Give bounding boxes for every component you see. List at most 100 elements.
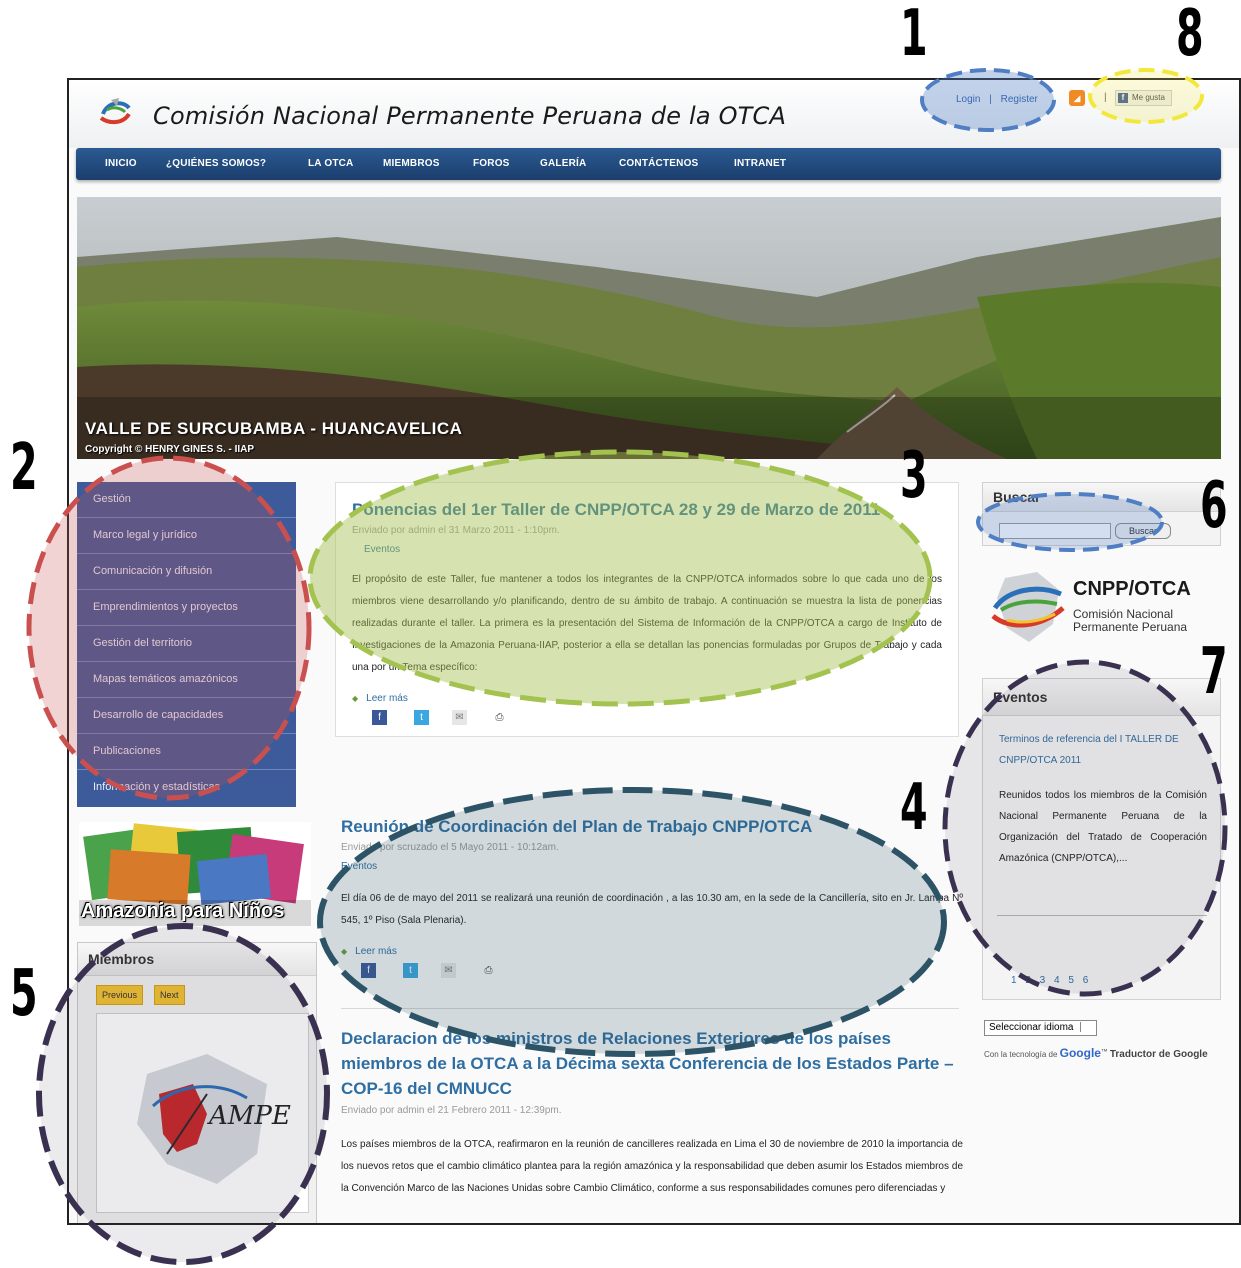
nav-item-foros[interactable]: FOROS bbox=[473, 158, 510, 169]
link-separator-2: | bbox=[1104, 92, 1107, 103]
ampe-logo-icon: AMPE bbox=[137, 1054, 291, 1184]
hero-banner: VALLE DE SURCUBAMBA - HUANCAVELICA Copyr… bbox=[77, 197, 1221, 459]
callout-number-8: 8 bbox=[1176, 0, 1204, 71]
facebook-share-icon[interactable]: f bbox=[361, 963, 376, 978]
search-title: Buscar bbox=[983, 483, 1220, 512]
search-button[interactable]: Buscar bbox=[1115, 523, 1171, 539]
callout-number-1: 1 bbox=[900, 0, 928, 71]
miembros-widget: Miembros Previous Next AMPE bbox=[77, 942, 317, 1223]
article-1-share: f t ✉ ⎙ bbox=[352, 710, 942, 726]
fb-like-label: Me gusta bbox=[1132, 93, 1165, 102]
sidebar-item-publicaciones[interactable]: Publicaciones bbox=[77, 734, 296, 770]
cnpp-logo-name: CNPP/OTCA bbox=[1073, 578, 1191, 600]
sidebar-item-marco-legal[interactable]: Marco legal y jurídico bbox=[77, 518, 296, 554]
website-screenshot: Comisión Nacional Permanente Peruana de … bbox=[67, 78, 1241, 1225]
eventos-pagination[interactable]: 1 2 3 4 5 6 bbox=[1011, 975, 1088, 986]
nav-item-inicio[interactable]: INICIO bbox=[105, 158, 137, 169]
article-1-tag[interactable]: Eventos bbox=[352, 544, 942, 555]
ampe-logo-text: AMPE bbox=[207, 1101, 291, 1131]
sidebar-menu: Gestión Marco legal y jurídico Comunicac… bbox=[77, 482, 296, 807]
trademark: ™ bbox=[1100, 1048, 1108, 1056]
article-2-body: El día 06 de de mayo del 2011 se realiza… bbox=[341, 893, 963, 926]
facebook-like-button[interactable]: f Me gusta bbox=[1115, 90, 1172, 106]
nav-item-contactenos[interactable]: CONTÁCTENOS bbox=[619, 158, 698, 169]
next-button[interactable]: Next bbox=[154, 985, 185, 1005]
article-2-share: f t ✉ ⎙ bbox=[341, 963, 963, 979]
nav-item-quienes-somos[interactable]: ¿QUIÉNES SOMOS? bbox=[166, 158, 266, 169]
article-1-meta: Enviado por admin el 31 Marzo 2011 - 1:1… bbox=[352, 525, 560, 536]
register-link[interactable]: Register bbox=[1001, 94, 1038, 105]
sidebar-item-comunicacion[interactable]: Comunicación y difusión bbox=[77, 554, 296, 590]
user-links: Login | Register bbox=[953, 94, 1041, 105]
powered-prefix: Con la tecnología de bbox=[984, 1050, 1058, 1059]
facebook-share-icon[interactable]: f bbox=[372, 710, 387, 725]
dropdown-arrow-icon bbox=[1079, 1022, 1092, 1033]
nav-item-galeria[interactable]: GALERÍA bbox=[540, 158, 586, 169]
search-widget: Buscar Buscar bbox=[982, 482, 1221, 546]
translate-product: Traductor de Google bbox=[1109, 1049, 1208, 1060]
article-1-body: El propósito de este Taller, fue mantene… bbox=[352, 574, 942, 673]
search-input[interactable] bbox=[999, 523, 1111, 539]
article-3-meta: Enviado por admin el 21 Febrero 2011 - 1… bbox=[341, 1105, 562, 1116]
eventos-divider bbox=[997, 915, 1207, 916]
article-2: Reunión de Coordinación del Plan de Trab… bbox=[341, 816, 963, 979]
sidebar-item-gestion-territorio[interactable]: Gestión del territorio bbox=[77, 626, 296, 662]
link-separator: | bbox=[989, 94, 992, 105]
site-logo-icon[interactable] bbox=[97, 94, 133, 130]
member-logo-slide[interactable]: AMPE bbox=[96, 1013, 309, 1213]
sidebar-item-emprendimientos[interactable]: Emprendimientos y proyectos bbox=[77, 590, 296, 626]
rss-icon[interactable]: ◢ bbox=[1069, 90, 1085, 106]
article-2-title[interactable]: Reunión de Coordinación del Plan de Trab… bbox=[341, 816, 963, 838]
callout-number-3: 3 bbox=[900, 439, 928, 513]
site-header: Comisión Nacional Permanente Peruana de … bbox=[69, 80, 1239, 148]
nav-item-miembros[interactable]: MIEMBROS bbox=[383, 158, 440, 169]
print-icon[interactable]: ⎙ bbox=[481, 963, 496, 978]
site-title: Comisión Nacional Permanente Peruana de … bbox=[153, 102, 787, 130]
sidebar-item-mapas[interactable]: Mapas temáticos amazónicos bbox=[77, 662, 296, 698]
twitter-share-icon[interactable]: t bbox=[403, 963, 418, 978]
twitter-share-icon[interactable]: t bbox=[414, 710, 429, 725]
article-divider bbox=[341, 1008, 959, 1009]
previous-button[interactable]: Previous bbox=[96, 985, 144, 1005]
eventos-link[interactable]: Terminos de referencia del I TALLER DE C… bbox=[999, 729, 1209, 771]
article-1: Ponencias del 1er Taller de CNPP/OTCA 28… bbox=[335, 482, 959, 737]
article-3: Declaracion de los ministros de Relacion… bbox=[341, 1026, 963, 1200]
miembros-title: Miembros bbox=[78, 943, 316, 976]
sidebar-item-informacion[interactable]: Información y estadísticas bbox=[77, 770, 296, 806]
callout-number-2: 2 bbox=[10, 431, 38, 505]
article-3-title[interactable]: Declaracion de los ministros de Relacion… bbox=[341, 1026, 963, 1101]
nav-item-intranet[interactable]: INTRANET bbox=[734, 158, 786, 169]
print-icon[interactable]: ⎙ bbox=[492, 710, 507, 725]
google-translate-credit: Con la tecnología de Google™ Traductor d… bbox=[984, 1046, 1208, 1060]
cnpp-logo[interactable]: CNPP/OTCA Comisión Nacional Permanente P… bbox=[987, 564, 1217, 648]
callout-number-4: 4 bbox=[900, 771, 928, 845]
amazonia-kids-banner[interactable]: Amazonia para Niños bbox=[79, 822, 311, 926]
article-3-body: Los países miembros de la OTCA, reafirma… bbox=[341, 1139, 963, 1194]
sidebar-item-gestion[interactable]: Gestión bbox=[77, 482, 296, 518]
kids-banner-text: Amazonia para Niños bbox=[81, 900, 285, 922]
google-logo: Google bbox=[1059, 1046, 1101, 1060]
language-select[interactable]: Seleccionar idioma bbox=[984, 1020, 1097, 1036]
banner-copyright: Copyright © HENRY GINES S. - IIAP bbox=[85, 444, 255, 455]
eventos-title: Eventos bbox=[983, 679, 1220, 716]
sidebar-item-desarrollo[interactable]: Desarrollo de capacidades bbox=[77, 698, 296, 734]
annotated-screenshot: Comisión Nacional Permanente Peruana de … bbox=[0, 0, 1241, 1268]
article-2-meta: Enviado por scruzado el 5 Mayo 2011 - 10… bbox=[341, 842, 559, 853]
facebook-icon: f bbox=[1118, 92, 1128, 103]
eventos-widget: Eventos Terminos de referencia del I TAL… bbox=[982, 678, 1221, 1000]
eventos-text: Reunidos todos los miembros de la Comisi… bbox=[999, 790, 1207, 864]
article-1-title[interactable]: Ponencias del 1er Taller de CNPP/OTCA 28… bbox=[352, 499, 942, 521]
article-1-box: Ponencias del 1er Taller de CNPP/OTCA 28… bbox=[335, 482, 959, 737]
callout-number-5: 5 bbox=[10, 957, 38, 1031]
email-share-icon[interactable]: ✉ bbox=[441, 963, 456, 978]
article-1-read-more[interactable]: Leer más bbox=[352, 693, 942, 704]
email-share-icon[interactable]: ✉ bbox=[452, 710, 467, 725]
callout-number-7: 7 bbox=[1200, 635, 1228, 709]
login-link[interactable]: Login bbox=[956, 94, 980, 105]
main-nav: INICIO ¿QUIÉNES SOMOS? LA OTCA MIEMBROS … bbox=[76, 148, 1221, 180]
cnpp-logo-icon bbox=[991, 572, 1065, 642]
article-2-tag[interactable]: Eventos bbox=[341, 861, 963, 872]
nav-item-la-otca[interactable]: LA OTCA bbox=[308, 158, 353, 169]
callout-number-6: 6 bbox=[1200, 469, 1228, 543]
article-2-read-more[interactable]: Leer más bbox=[341, 946, 963, 957]
